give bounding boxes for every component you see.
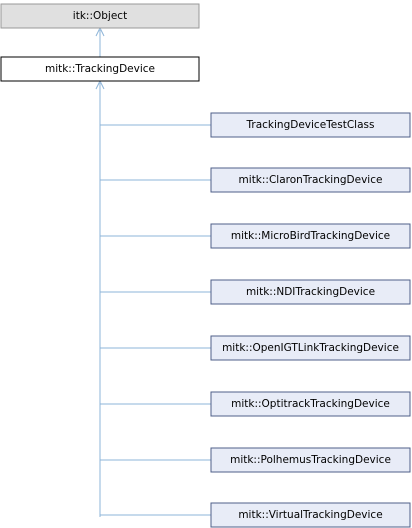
- node-child-7[interactable]: mitk::VirtualTrackingDevice: [210, 502, 411, 528]
- node-child-2[interactable]: mitk::MicroBirdTrackingDevice: [210, 223, 411, 249]
- node-label-child-4: mitk::OpenIGTLinkTrackingDevice: [222, 342, 399, 354]
- edge-children-trunk: [95, 79, 105, 517]
- child-edges: [100, 124, 211, 516]
- edge-current-to-root: [95, 26, 105, 57]
- node-label-tracking-device: mitk::TrackingDevice: [45, 63, 155, 75]
- node-label-child-2: mitk::MicroBirdTrackingDevice: [231, 230, 390, 242]
- inheritance-diagram: itk::Object mitk::TrackingDevice Trackin…: [0, 3, 411, 528]
- node-label-child-5: mitk::OptitrackTrackingDevice: [231, 398, 390, 410]
- node-label-child-0: TrackingDeviceTestClass: [246, 119, 375, 131]
- node-child-0[interactable]: TrackingDeviceTestClass: [210, 112, 411, 138]
- node-label-child-1: mitk::ClaronTrackingDevice: [239, 174, 383, 186]
- node-label-child-3: mitk::NDITrackingDevice: [246, 286, 375, 298]
- node-itk-object[interactable]: itk::Object: [0, 3, 200, 29]
- node-label-child-7: mitk::VirtualTrackingDevice: [238, 509, 382, 521]
- node-tracking-device[interactable]: mitk::TrackingDevice: [0, 56, 200, 82]
- node-child-4[interactable]: mitk::OpenIGTLinkTrackingDevice: [210, 335, 411, 361]
- node-child-5[interactable]: mitk::OptitrackTrackingDevice: [210, 391, 411, 417]
- node-child-6[interactable]: mitk::PolhemusTrackingDevice: [210, 447, 411, 473]
- node-child-1[interactable]: mitk::ClaronTrackingDevice: [210, 167, 411, 193]
- node-child-3[interactable]: mitk::NDITrackingDevice: [210, 279, 411, 305]
- node-label-itk-object: itk::Object: [73, 10, 127, 22]
- node-label-child-6: mitk::PolhemusTrackingDevice: [230, 454, 391, 466]
